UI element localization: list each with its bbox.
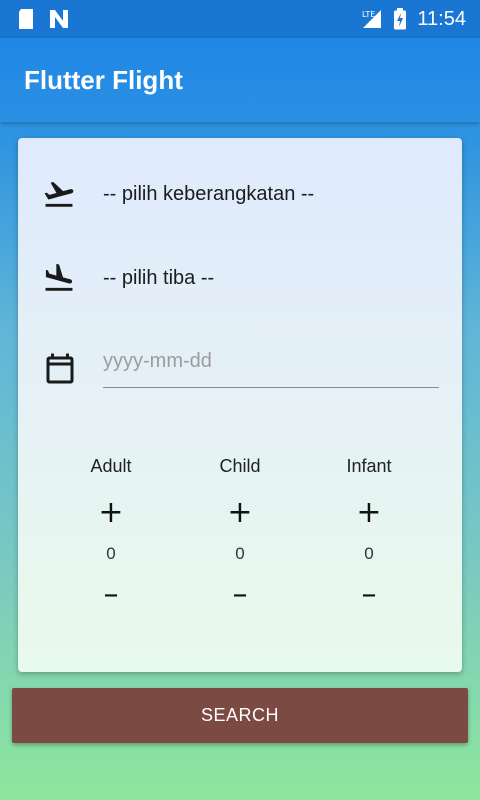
status-time: 11:54 (417, 7, 466, 30)
svg-text:LTE: LTE (362, 10, 375, 19)
status-bar: LTE 11:54 (0, 0, 480, 38)
adult-decrement-button[interactable]: – (91, 578, 131, 612)
arrival-selector[interactable]: -- pilih tiba -- (18, 256, 462, 300)
infant-label: Infant (346, 456, 392, 476)
calendar-icon (46, 353, 74, 384)
app-title: Flutter Flight (24, 64, 183, 95)
battery-charging-icon (394, 8, 407, 30)
infant-decrement-button[interactable]: – (349, 578, 389, 612)
search-button[interactable]: SEARCH (12, 688, 468, 743)
date-input[interactable] (103, 350, 439, 373)
status-bar-notifications (16, 8, 70, 30)
sd-card-icon (19, 9, 33, 29)
departure-value: -- pilih keberangkatan -- (103, 182, 315, 205)
adult-counter: Adult + 0 – (66, 456, 156, 612)
arrival-value: -- pilih tiba -- (103, 266, 215, 289)
child-count: 0 (235, 544, 245, 563)
adult-label: Adult (90, 456, 132, 476)
flight-search-card: -- pilih keberangkatan -- -- pilih tiba … (18, 138, 462, 672)
child-increment-button[interactable]: + (220, 496, 260, 530)
status-bar-system: LTE 11:54 (359, 8, 466, 31)
lte-signal-icon: LTE (362, 10, 382, 28)
infant-increment-button[interactable]: + (349, 496, 389, 530)
departure-selector[interactable]: -- pilih keberangkatan -- (18, 172, 462, 216)
date-field[interactable] (103, 336, 439, 388)
flight-takeoff-icon (44, 182, 74, 207)
app-bar: Flutter Flight (0, 38, 480, 122)
adult-increment-button[interactable]: + (91, 496, 131, 530)
child-decrement-button[interactable]: – (220, 578, 260, 612)
notification-n-icon (50, 10, 68, 28)
child-label: Child (219, 456, 261, 476)
child-counter: Child + 0 – (195, 456, 285, 612)
adult-count: 0 (106, 544, 116, 563)
flight-land-icon (45, 263, 73, 291)
infant-count: 0 (364, 544, 374, 563)
infant-counter: Infant + 0 – (324, 456, 414, 612)
